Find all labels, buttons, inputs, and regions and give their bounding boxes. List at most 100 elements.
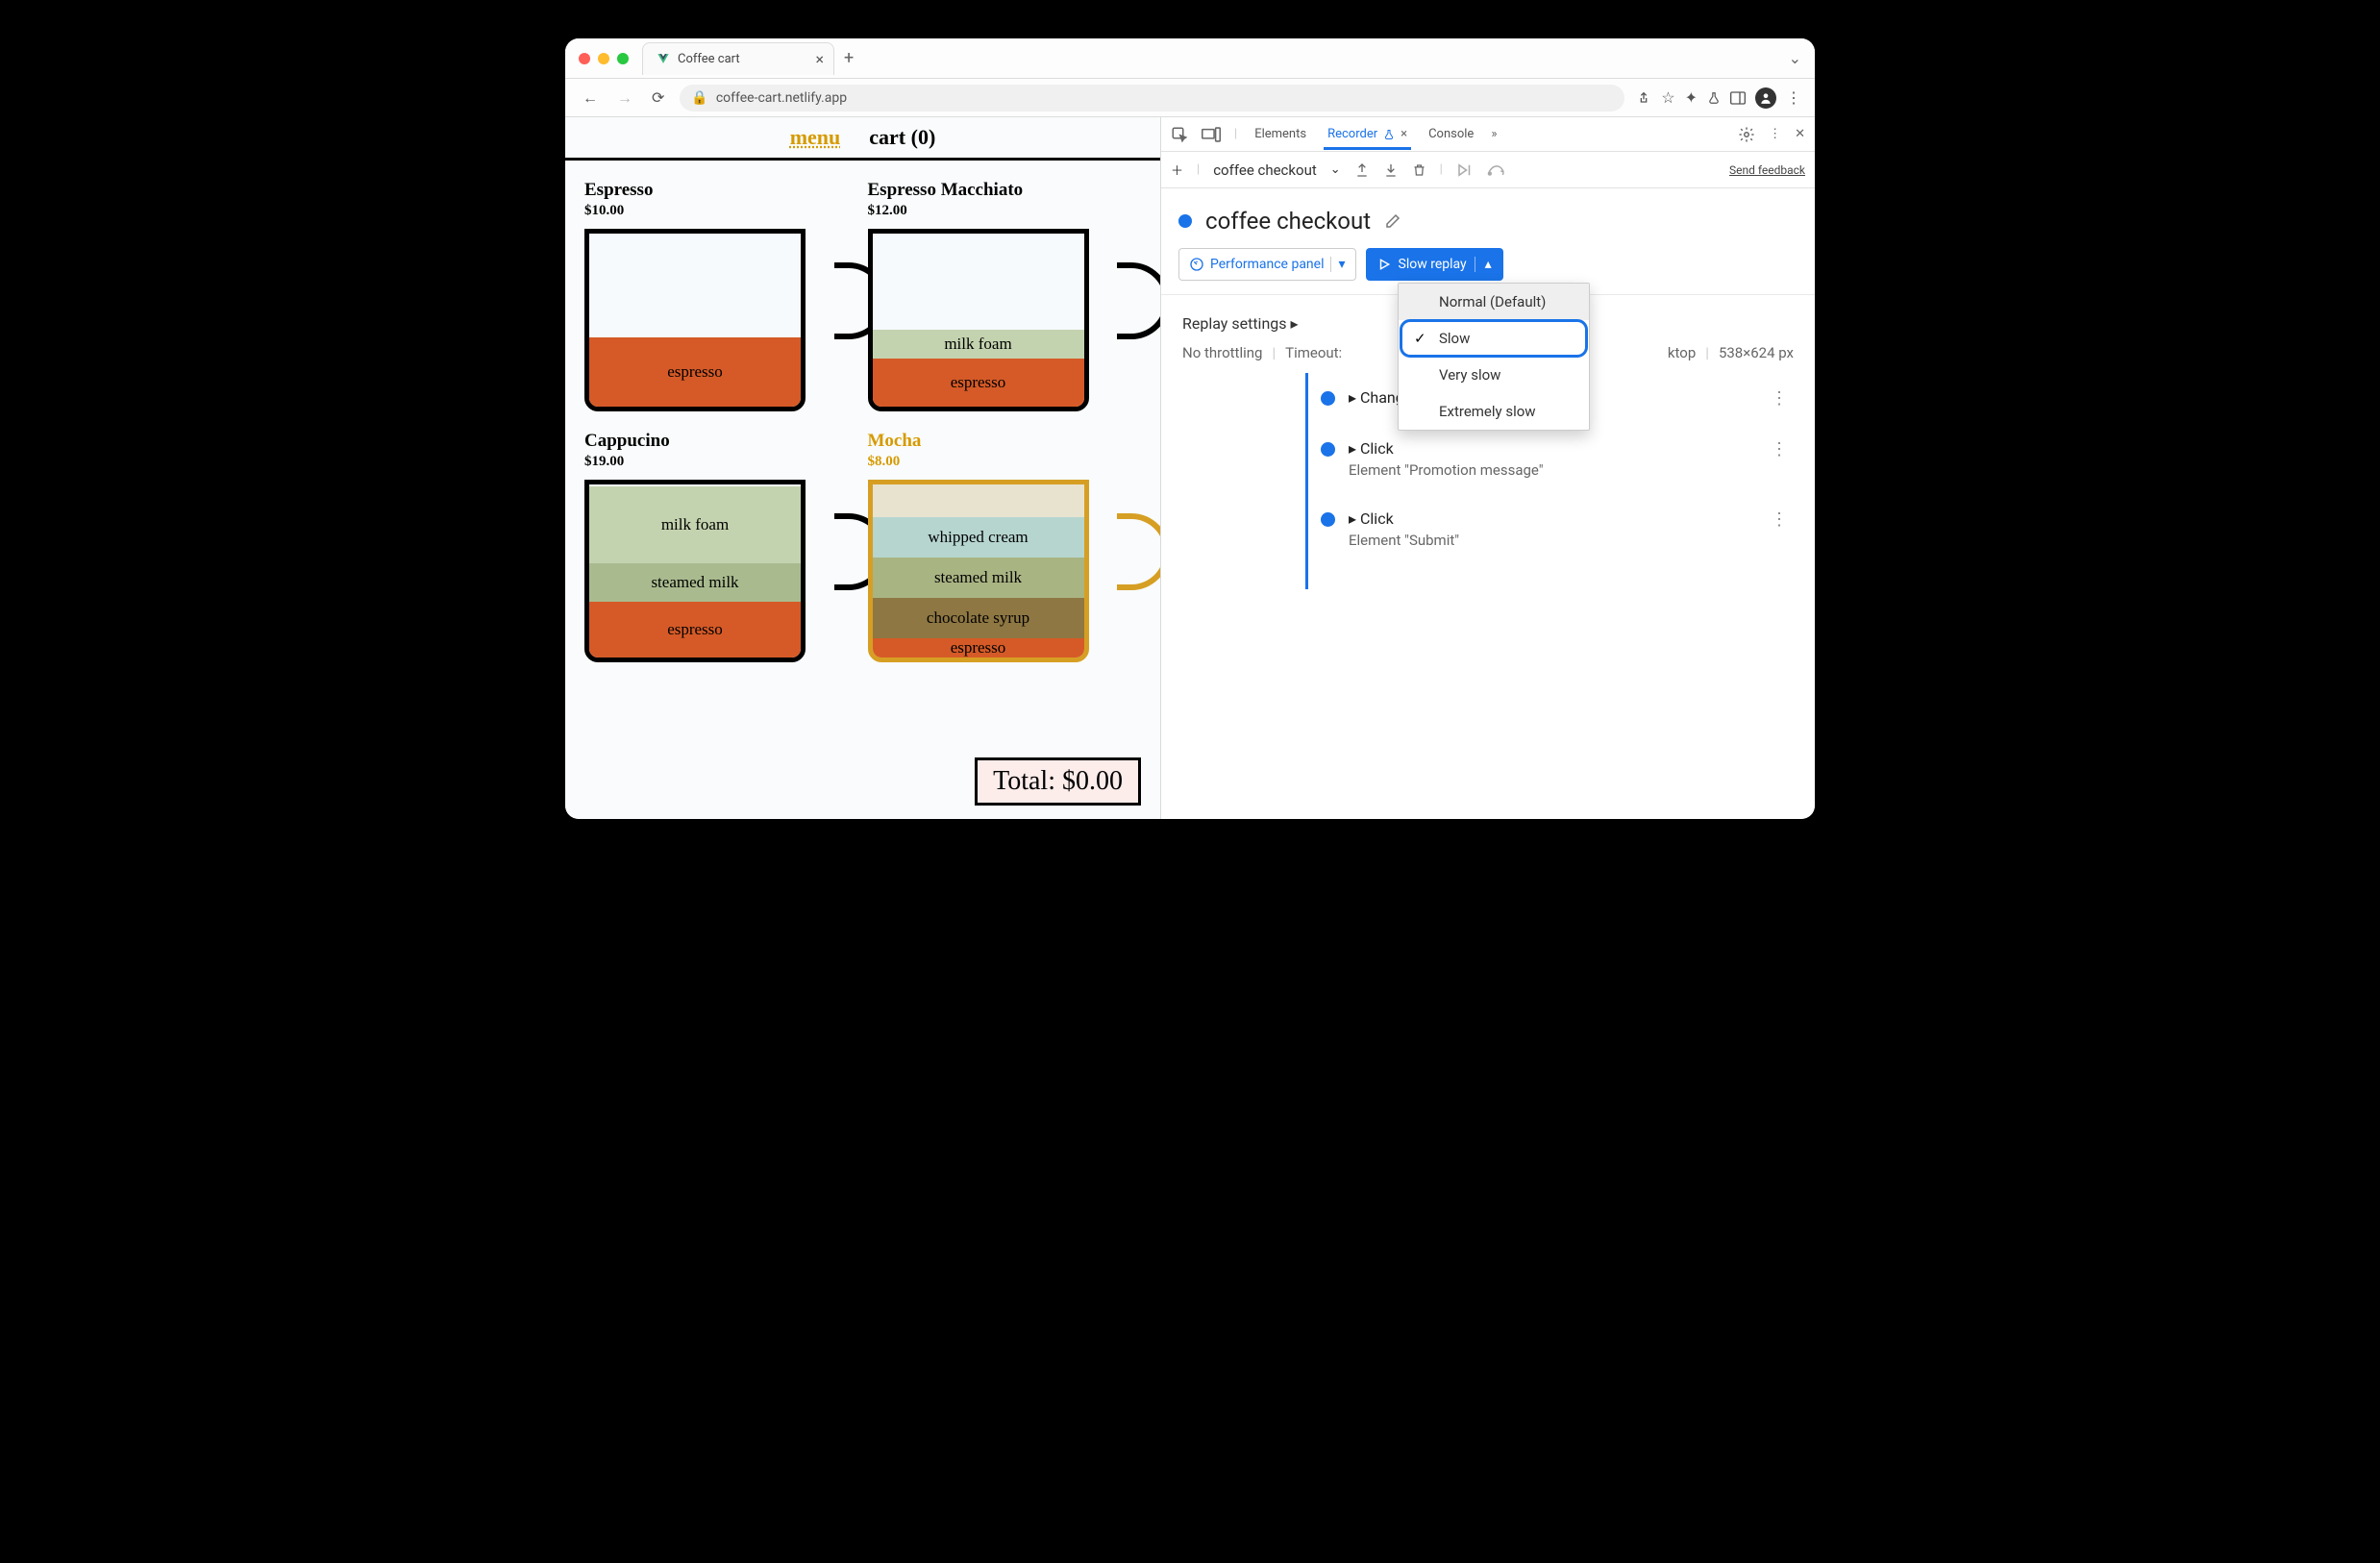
recording-indicator-icon xyxy=(1178,214,1192,228)
nav-cart-link[interactable]: cart (0) xyxy=(869,125,935,150)
sidepanel-icon[interactable] xyxy=(1730,91,1746,105)
step-title: ▸ Click xyxy=(1349,439,1751,458)
cup-layer: espresso xyxy=(589,337,801,407)
recorder-actions: Performance panel ▾ Slow replay ▴ Normal… xyxy=(1161,248,1815,295)
throttle-value: No throttling xyxy=(1182,344,1262,361)
replay-option-slow[interactable]: ✓Slow xyxy=(1402,322,1585,355)
forward-button[interactable]: → xyxy=(613,87,636,110)
recorder-toolbar: ＋ | coffee checkout ⌄ | xyxy=(1161,152,1815,188)
total-label: Total: $0.00 xyxy=(993,766,1123,796)
check-icon: ✓ xyxy=(1414,330,1429,347)
product-name: Mocha xyxy=(868,431,1142,452)
product-card[interactable]: Cappucino $19.00 espressosteamed milkmil… xyxy=(584,431,858,662)
product-name: Espresso xyxy=(584,180,858,201)
cup-layer: steamed milk xyxy=(589,563,801,602)
titlebar: Coffee cart × + ⌄ xyxy=(565,38,1815,79)
feedback-link[interactable]: Send feedback xyxy=(1729,163,1805,177)
cup-handle xyxy=(1117,262,1161,339)
tabs-dropdown-icon[interactable]: ⌄ xyxy=(1789,49,1801,67)
replay-option-normal[interactable]: Normal (Default) xyxy=(1399,284,1589,320)
product-card[interactable]: Espresso $10.00 espresso xyxy=(584,180,858,411)
product-price: $10.00 xyxy=(584,203,858,219)
tab-console[interactable]: Console xyxy=(1425,127,1477,141)
cup-layer xyxy=(873,480,1084,517)
step-menu-icon[interactable]: ⋮ xyxy=(1765,439,1794,459)
cup-graphic: espressomilk foam xyxy=(868,229,1142,411)
max-dot[interactable] xyxy=(617,53,629,64)
devtools-menu-icon[interactable]: ⋮ xyxy=(1769,127,1781,141)
step-menu-icon[interactable]: ⋮ xyxy=(1765,509,1794,530)
tab-recorder[interactable]: Recorder × xyxy=(1324,127,1411,150)
timeline-dot-icon xyxy=(1321,391,1335,406)
product-card[interactable]: Mocha $8.00 espressochocolate syrupsteam… xyxy=(868,431,1142,662)
star-icon[interactable]: ☆ xyxy=(1661,88,1674,107)
cup-graphic: espressochocolate syrupsteamed milkwhipp… xyxy=(868,480,1142,662)
cup-layer: milk foam xyxy=(589,486,801,563)
devtools-panel: | Elements Recorder × Console » ⋮ ✕ ＋ | xyxy=(1161,117,1815,819)
inspect-icon[interactable] xyxy=(1171,126,1188,143)
step-icon[interactable] xyxy=(1487,163,1506,177)
timeline-step[interactable]: ▸ Click Element "Promotion message" ⋮ xyxy=(1182,439,1794,479)
cup-layer: espresso xyxy=(873,359,1084,407)
replay-caret-icon[interactable]: ▴ xyxy=(1475,257,1492,272)
profile-avatar[interactable] xyxy=(1755,87,1776,109)
cup-layer: whipped cream xyxy=(873,517,1084,558)
tab-elements[interactable]: Elements xyxy=(1251,127,1310,141)
url-text: coffee-cart.netlify.app xyxy=(716,90,847,106)
performance-panel-button[interactable]: Performance panel ▾ xyxy=(1178,248,1356,281)
export-icon[interactable] xyxy=(1354,162,1370,178)
toolbar-icons: ☆ ✦ ⋮ xyxy=(1636,87,1801,109)
labs-icon[interactable] xyxy=(1707,90,1721,106)
product-name: Espresso Macchiato xyxy=(868,180,1142,201)
settings-gear-icon[interactable] xyxy=(1738,126,1755,143)
address-bar: ← → ⟳ 🔒 coffee-cart.netlify.app ☆ ✦ ⋮ xyxy=(565,79,1815,117)
browser-tab[interactable]: Coffee cart × xyxy=(642,42,834,75)
total-box[interactable]: Total: $0.00 xyxy=(975,757,1141,806)
url-input[interactable]: 🔒 coffee-cart.netlify.app xyxy=(680,85,1624,112)
import-icon[interactable] xyxy=(1383,162,1399,178)
recording-select[interactable]: coffee checkout xyxy=(1213,161,1317,179)
close-dot[interactable] xyxy=(579,53,590,64)
cup-handle xyxy=(1117,513,1161,590)
vue-icon xyxy=(657,52,670,65)
replay-settings-heading[interactable]: Replay settings ▸ xyxy=(1182,314,1299,333)
replay-option-extremely-slow[interactable]: Extremely slow xyxy=(1399,393,1589,430)
step-title: ▸ Click xyxy=(1349,509,1751,528)
product-grid: Espresso $10.00 espresso Espresso Macchi… xyxy=(565,161,1160,662)
min-dot[interactable] xyxy=(598,53,609,64)
replay-option-very-slow[interactable]: Very slow xyxy=(1399,357,1589,393)
nav-menu-link[interactable]: menu xyxy=(790,125,841,150)
more-tabs-icon[interactable]: » xyxy=(1491,127,1497,141)
chrome-menu-icon[interactable]: ⋮ xyxy=(1786,88,1801,107)
share-icon[interactable] xyxy=(1636,90,1651,106)
tab-close-icon[interactable]: × xyxy=(815,50,824,68)
back-button[interactable]: ← xyxy=(579,87,602,110)
slow-replay-button[interactable]: Slow replay ▴ xyxy=(1366,248,1503,281)
step-subtitle: Element "Promotion message" xyxy=(1349,461,1751,479)
product-name: Cappucino xyxy=(584,431,858,452)
cup-layer: espresso xyxy=(873,638,1084,657)
browser-window: Coffee cart × + ⌄ ← → ⟳ 🔒 coffee-cart.ne… xyxy=(565,38,1815,819)
timeline-dot-icon xyxy=(1321,512,1335,527)
devtools-tabs: | Elements Recorder × Console » ⋮ ✕ xyxy=(1161,117,1815,152)
cup-graphic: espressosteamed milkmilk foam xyxy=(584,480,858,662)
recording-select-chevron-icon[interactable]: ⌄ xyxy=(1330,162,1341,177)
continue-icon[interactable] xyxy=(1456,162,1474,178)
perf-caret-icon[interactable]: ▾ xyxy=(1330,257,1346,272)
product-card[interactable]: Espresso Macchiato $12.00 espressomilk f… xyxy=(868,180,1142,411)
delete-icon[interactable] xyxy=(1412,162,1426,178)
device-toggle-icon[interactable] xyxy=(1202,127,1221,142)
product-price: $12.00 xyxy=(868,203,1142,219)
edit-title-icon[interactable] xyxy=(1384,212,1401,230)
timeline-step[interactable]: ▸ Click Element "Submit" ⋮ xyxy=(1182,509,1794,549)
cup-graphic: espresso xyxy=(584,229,858,411)
new-recording-icon[interactable]: ＋ xyxy=(1171,161,1183,179)
reload-button[interactable]: ⟳ xyxy=(648,87,668,109)
replay-speed-dropdown: Normal (Default) ✓Slow Very slow Extreme… xyxy=(1398,283,1590,431)
new-tab-button[interactable]: + xyxy=(844,48,854,68)
extensions-icon[interactable]: ✦ xyxy=(1685,88,1698,107)
devtools-close-icon[interactable]: ✕ xyxy=(1795,127,1805,141)
page-nav: menu cart (0) xyxy=(565,117,1160,161)
cup-layer: milk foam xyxy=(873,330,1084,359)
step-menu-icon[interactable]: ⋮ xyxy=(1765,388,1794,409)
